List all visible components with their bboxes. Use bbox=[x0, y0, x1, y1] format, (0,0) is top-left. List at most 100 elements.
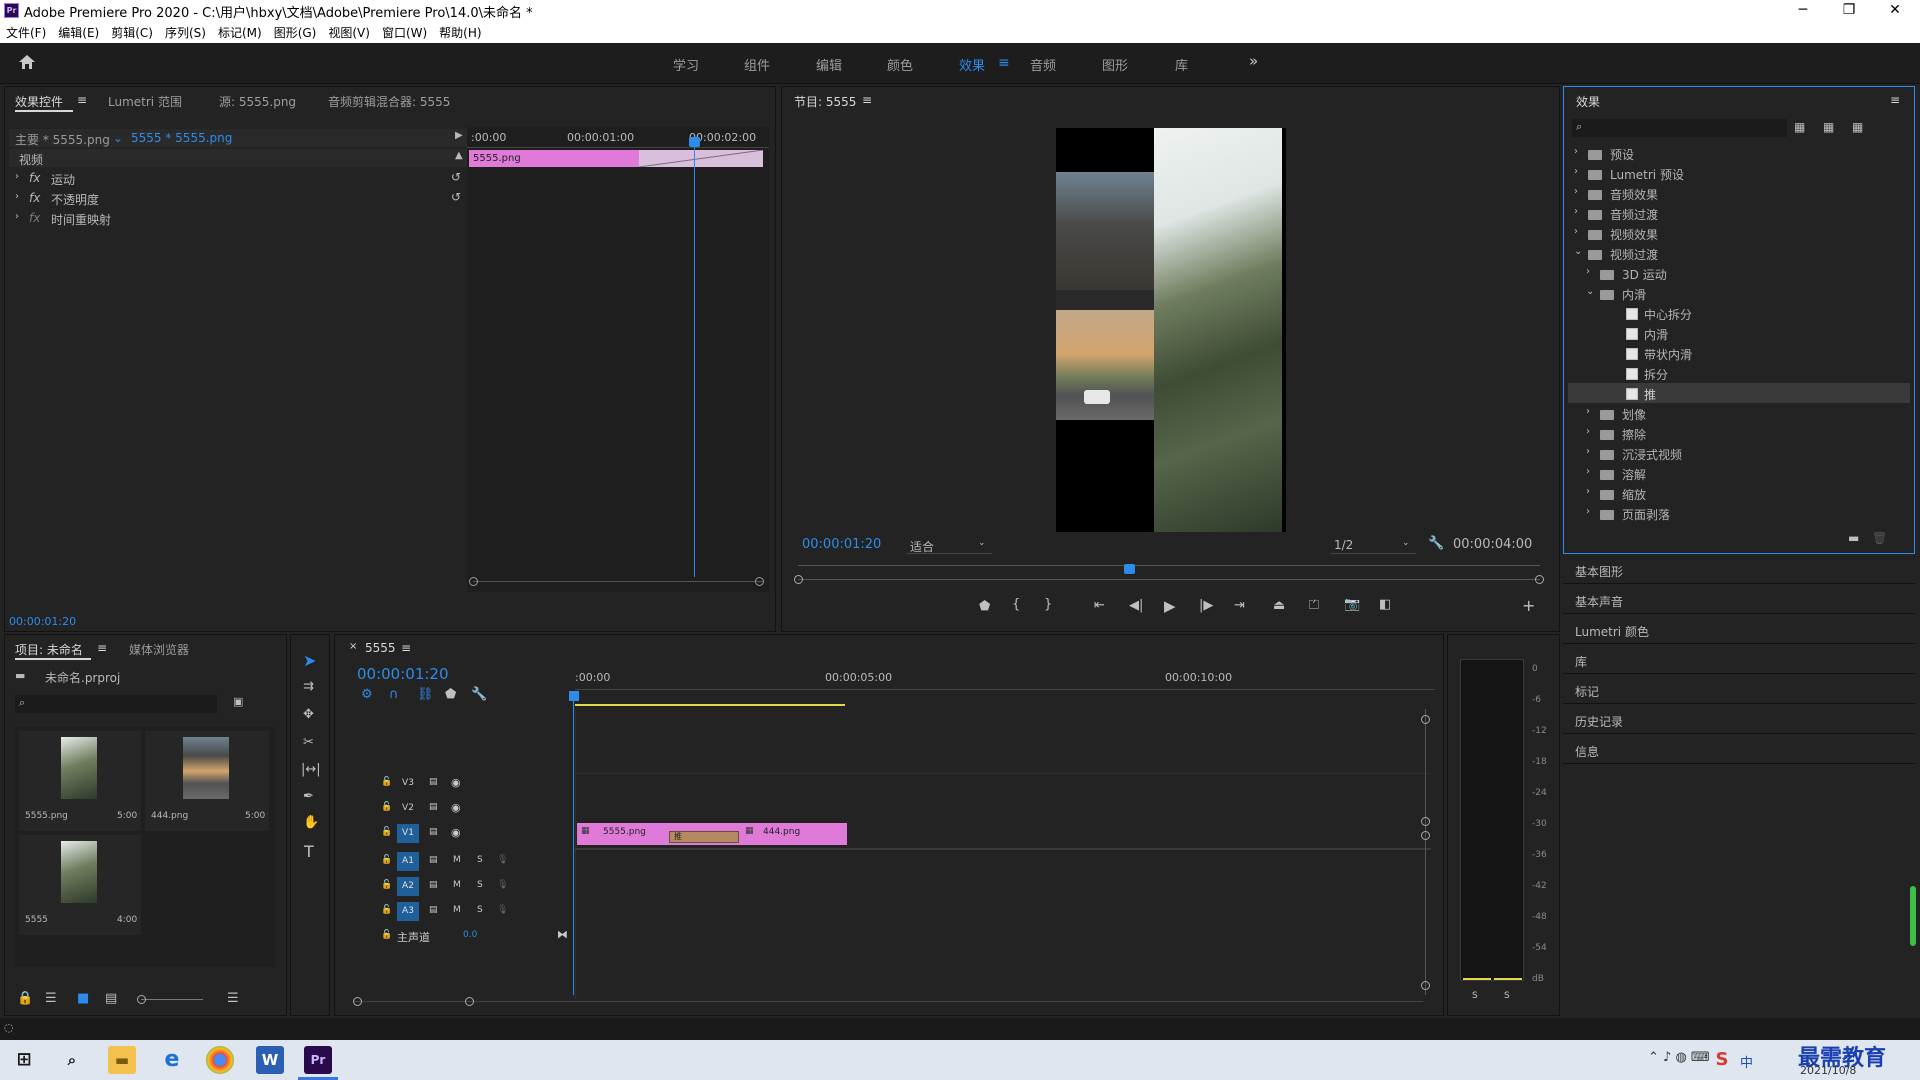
extract-icon[interactable]: ⏍ bbox=[1309, 598, 1319, 613]
list-view-icon[interactable]: ☰ bbox=[45, 991, 57, 1006]
lock-icon[interactable]: 🔓 bbox=[381, 880, 392, 890]
ec-transition-bar[interactable] bbox=[638, 149, 764, 168]
timeline-playhead-handle[interactable] bbox=[569, 691, 579, 701]
menu-file[interactable]: 文件(F) bbox=[0, 21, 52, 41]
opacity-property[interactable]: › fx 不透明度 ↺ bbox=[9, 189, 469, 209]
icon-view-icon[interactable]: ■ bbox=[77, 991, 89, 1006]
panel-essential-graphics[interactable]: 基本图形 bbox=[1563, 556, 1915, 584]
lock-icon[interactable]: 🔓 bbox=[381, 777, 392, 787]
sync-lock-icon[interactable]: ▤ bbox=[429, 880, 438, 890]
lift-icon[interactable]: ⏏ bbox=[1273, 598, 1285, 613]
ime-mode[interactable]: 中 bbox=[1740, 1052, 1753, 1071]
mark-in-icon[interactable]: { bbox=[1012, 597, 1020, 612]
menu-clip[interactable]: 剪辑(C) bbox=[105, 21, 159, 41]
track-label[interactable]: V1 bbox=[397, 824, 419, 843]
timeline-tab[interactable]: 5555 bbox=[365, 641, 396, 655]
meter-solo-left[interactable]: S bbox=[1472, 991, 1478, 1001]
chevron-right-icon[interactable]: › bbox=[1574, 226, 1578, 237]
workspace-libraries[interactable]: 库 bbox=[1175, 55, 1188, 74]
menu-markers[interactable]: 标记(M) bbox=[212, 21, 268, 41]
expand-icon[interactable]: › bbox=[15, 171, 19, 182]
freeform-view-icon[interactable]: ▤ bbox=[105, 991, 117, 1006]
project-search-input[interactable]: ⌕ bbox=[15, 695, 217, 713]
zoom-handle-right[interactable] bbox=[1535, 575, 1544, 584]
lock-icon[interactable]: 🔓 bbox=[381, 827, 392, 837]
zoom-handle-left[interactable] bbox=[794, 575, 803, 584]
sync-lock-icon[interactable]: ▤ bbox=[429, 827, 438, 837]
windows-start-icon[interactable]: ⊞ bbox=[10, 1046, 38, 1074]
workspace-effects[interactable]: 效果 bbox=[959, 55, 985, 74]
lock-icon[interactable]: 🔓 bbox=[381, 930, 392, 940]
effects-tree-item[interactable]: 拆分 bbox=[1568, 363, 1910, 383]
sogou-ime-icon[interactable]: S bbox=[1708, 1046, 1736, 1074]
ec-timecode[interactable]: 00:00:01:20 bbox=[9, 615, 76, 628]
yuv-effects-icon[interactable]: ▦ bbox=[1852, 120, 1863, 134]
accelerated-effects-icon[interactable]: ▦ bbox=[1794, 120, 1805, 134]
chevron-down-icon[interactable]: ⌄ bbox=[113, 131, 123, 145]
mute-button[interactable]: M bbox=[453, 880, 461, 890]
step-back-icon[interactable]: ◀| bbox=[1129, 598, 1143, 613]
panel-info[interactable]: 信息 bbox=[1563, 736, 1915, 764]
effects-search-input[interactable]: ⌕ bbox=[1572, 119, 1787, 137]
effects-tree-item[interactable]: › 视频效果 bbox=[1568, 223, 1910, 243]
chevron-right-icon[interactable]: › bbox=[1586, 266, 1590, 277]
add-button-icon[interactable]: + bbox=[1522, 596, 1535, 615]
go-to-out-icon[interactable]: ⇥ bbox=[1234, 598, 1245, 613]
ec-zoom-handle[interactable] bbox=[469, 577, 478, 586]
panel-lumetri-color[interactable]: Lumetri 颜色 bbox=[1563, 616, 1915, 644]
panel-menu-icon[interactable]: ≡ bbox=[97, 641, 107, 655]
scroll-handle[interactable] bbox=[1421, 817, 1430, 826]
reset-icon[interactable]: ↺ bbox=[451, 190, 461, 204]
effects-tree-item[interactable]: › 音频过渡 bbox=[1568, 203, 1910, 223]
resolution-dropdown[interactable]: 1/2 ⌄ bbox=[1330, 536, 1416, 554]
add-marker-icon[interactable]: ⬟ bbox=[445, 687, 456, 702]
pen-tool-icon[interactable]: ✒ bbox=[303, 789, 314, 804]
work-area-bar[interactable] bbox=[575, 704, 845, 706]
panel-markers[interactable]: 标记 bbox=[1563, 676, 1915, 704]
effects-tree-item[interactable]: 内滑 bbox=[1568, 323, 1910, 343]
go-to-end-icon[interactable]: ⧓ bbox=[557, 928, 568, 941]
mic-icon[interactable]: 🎙 bbox=[497, 880, 508, 890]
slip-tool-icon[interactable]: |↔| bbox=[301, 762, 321, 777]
tab-project[interactable]: 项目: 未命名 bbox=[15, 641, 83, 658]
nest-icon[interactable]: ⚙ bbox=[361, 687, 373, 702]
mute-button[interactable]: M bbox=[453, 905, 461, 915]
program-monitor-title[interactable]: 节目: 5555 bbox=[794, 93, 856, 110]
chevron-down-icon[interactable]: ⌄ bbox=[1574, 246, 1582, 257]
sync-lock-icon[interactable]: ▤ bbox=[429, 777, 438, 787]
effect-controls-timeline[interactable]: :00:00 00:00:01:00 00:00:02:00 5555.png bbox=[467, 127, 769, 592]
menu-sequence[interactable]: 序列(S) bbox=[159, 21, 212, 41]
maximize-button[interactable]: ❐ bbox=[1826, 0, 1872, 21]
effects-tree-item[interactable]: 推 bbox=[1568, 383, 1910, 403]
lock-icon[interactable]: 🔒 bbox=[17, 991, 33, 1006]
program-playhead[interactable] bbox=[1124, 564, 1135, 574]
panel-essential-sound[interactable]: 基本声音 bbox=[1563, 586, 1915, 614]
play-only-icon[interactable]: ▶ bbox=[455, 130, 463, 141]
razor-tool-icon[interactable]: ✂ bbox=[303, 735, 314, 750]
sync-lock-icon[interactable]: ▤ bbox=[429, 802, 438, 812]
chevron-right-icon[interactable]: › bbox=[1574, 186, 1578, 197]
lock-icon[interactable]: 🔓 bbox=[381, 905, 392, 915]
new-bin-icon[interactable]: ▬ bbox=[1848, 531, 1859, 545]
chevron-right-icon[interactable]: › bbox=[1586, 486, 1590, 497]
tab-media-browser[interactable]: 媒体浏览器 bbox=[129, 641, 189, 658]
tray-icons[interactable]: ⌃ ♪ ◍ ⌨ bbox=[1648, 1050, 1710, 1065]
effects-tree-item[interactable]: › 页面剥落 bbox=[1568, 503, 1910, 523]
scroll-handle[interactable] bbox=[353, 997, 362, 1006]
new-bin-icon[interactable]: ▣ bbox=[233, 695, 243, 708]
file-explorer-icon[interactable]: ▬ bbox=[108, 1046, 136, 1074]
sequence-clip-label[interactable]: 5555 * 5555.png bbox=[131, 131, 232, 145]
menu-edit[interactable]: 编辑(E) bbox=[52, 21, 105, 41]
step-forward-icon[interactable]: |▶ bbox=[1199, 598, 1213, 613]
chevron-right-icon[interactable]: › bbox=[1586, 406, 1590, 417]
ripple-edit-tool-icon[interactable]: ✥ bbox=[303, 707, 314, 722]
panel-menu-icon[interactable]: ≡ bbox=[1890, 93, 1900, 107]
ec-clip[interactable]: 5555.png bbox=[469, 150, 639, 167]
export-frame-icon[interactable]: 📷 bbox=[1344, 597, 1360, 612]
expand-icon[interactable]: › bbox=[15, 211, 19, 222]
tab-source[interactable]: 源: 5555.png bbox=[219, 93, 296, 110]
effects-tree-item[interactable]: › 划像 bbox=[1568, 403, 1910, 423]
panel-menu-icon[interactable]: ≡ bbox=[862, 93, 872, 107]
scroll-handle[interactable] bbox=[1421, 715, 1430, 724]
effects-tree-item[interactable]: › 缩放 bbox=[1568, 483, 1910, 503]
